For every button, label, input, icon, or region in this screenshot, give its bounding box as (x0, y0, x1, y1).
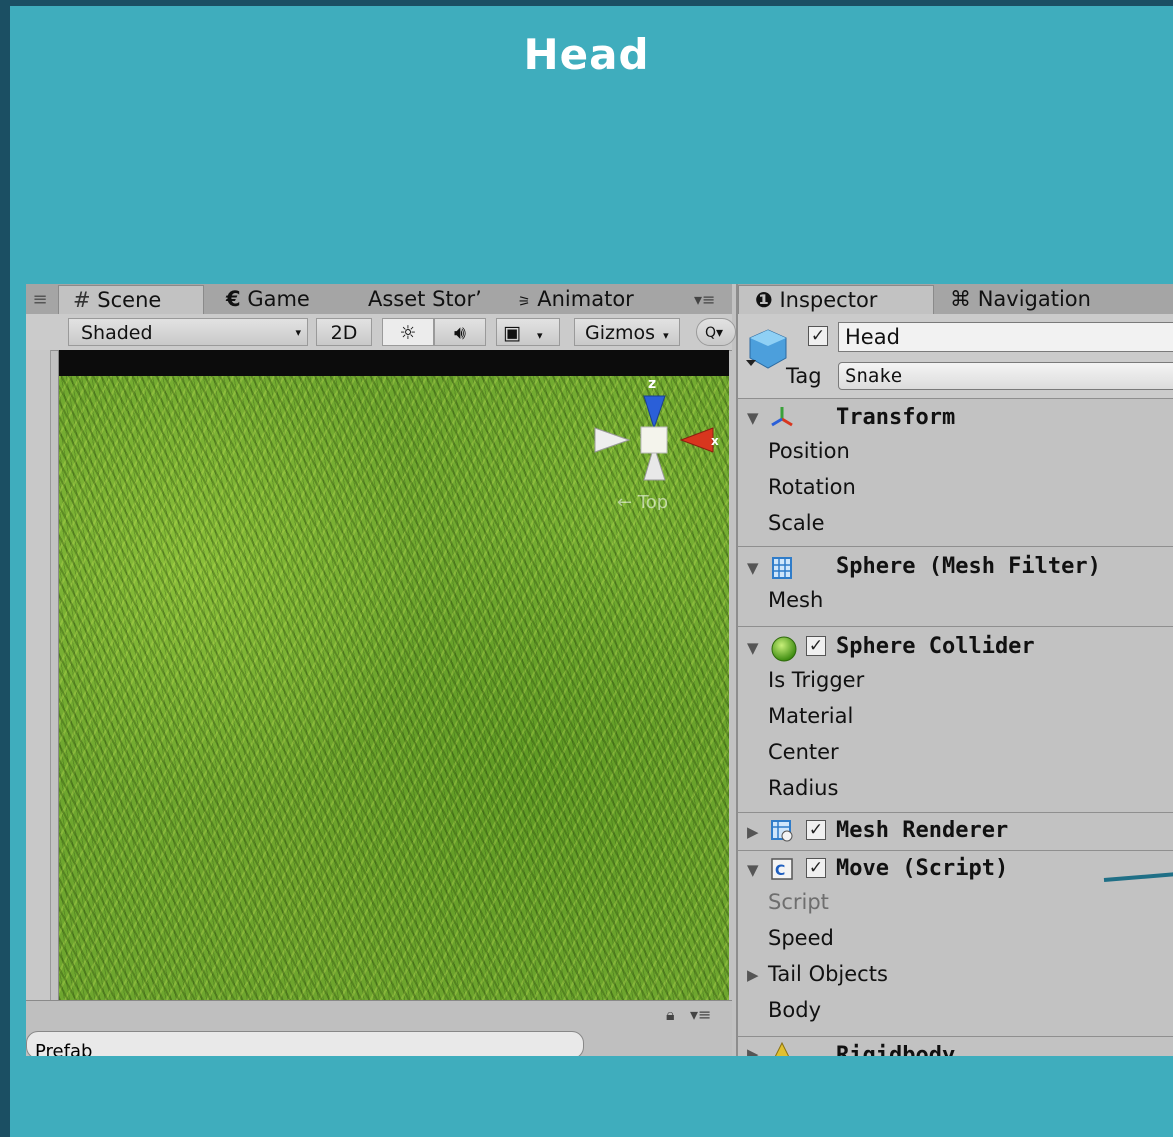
component-title: Sphere Collider (836, 634, 1035, 659)
field-tail-objects-label: Tail Objects (768, 962, 888, 986)
field-script-label: Script (768, 890, 829, 914)
dropdown-arrow-icon: ▾ (295, 326, 301, 339)
grid-icon: # (73, 288, 91, 312)
animator-icon: ⚞ (518, 294, 531, 310)
speaker-icon: 🔊︎ (454, 322, 466, 344)
gizmo-z-label: z (648, 376, 656, 392)
gizmos-dropdown[interactable]: Gizmos ▾ (574, 318, 680, 346)
panel-menu-icon[interactable]: ≡ (28, 285, 52, 314)
mesh-renderer-icon (771, 820, 793, 842)
navigation-icon: ⌘ (950, 287, 971, 311)
field-radius-label: Radius (768, 776, 839, 800)
slide-title: Head (523, 30, 650, 79)
cube-icon (746, 329, 787, 369)
collapse-arrow-icon[interactable]: ▶ (747, 823, 759, 841)
mesh-renderer-checkbox[interactable]: ✓ (806, 820, 826, 840)
callout-pointer-line (1103, 872, 1173, 882)
svg-text:C: C (775, 863, 785, 879)
scene-lighting-button[interactable]: ☼ (382, 318, 434, 346)
scene-effects-dropdown[interactable]: ▣ ▾ (496, 318, 560, 346)
component-title: Transform (836, 405, 956, 430)
2d-toggle-button[interactable]: 2D (316, 318, 372, 346)
field-rotation-label: Rotation (768, 475, 856, 499)
gizmo-view-label: ← Top (617, 492, 668, 510)
tab-asset-store[interactable]: Asset Stor’ (368, 285, 492, 314)
panel-options-icon[interactable]: ▾≡ (690, 1005, 711, 1024)
move-script-checkbox[interactable]: ✓ (806, 858, 826, 878)
component-title: Move (Script) (836, 856, 1009, 881)
shading-dropdown[interactable]: Shaded ▾ (68, 318, 308, 346)
field-position-label: Position (768, 439, 850, 463)
dropdown-arrow-icon: ▾ (537, 329, 543, 342)
expand-arrow-icon[interactable]: ▼ (747, 639, 759, 657)
object-name-field[interactable]: Head (838, 322, 1173, 352)
inspector-panel: ❶ Inspector ⌘ Navigation ✓ Head Tag Snak… (736, 284, 1173, 1056)
scene-viewport[interactable]: z x ← Top (58, 350, 729, 1000)
unity-editor-screenshot: ≡ # Scene € Game Asset Stor’ ⚞ Animator … (26, 284, 1173, 1056)
lock-icon[interactable]: 🔒︎ (666, 1005, 675, 1025)
mesh-filter-component: ▼ Sphere (Mesh Filter) Mesh (738, 546, 1173, 627)
component-title: Sphere (Mesh Filter) (836, 554, 1101, 579)
field-body-label: Body (768, 998, 822, 1022)
transform-component: ▼ Transform Position Rotation Scale (738, 398, 1173, 547)
sun-icon: ☼ (399, 322, 417, 344)
tab-game[interactable]: € Game (224, 285, 356, 314)
field-scale-label: Scale (768, 511, 825, 535)
transform-icon (771, 407, 793, 427)
field-is-trigger-label: Is Trigger (768, 668, 865, 692)
project-panel-strip: 🔒︎ ▾≡ Prefab (26, 1000, 732, 1056)
script-icon: C (771, 858, 793, 880)
expand-arrow-icon[interactable]: ▼ (747, 559, 759, 577)
scene-toolbar: Shaded ▾ 2D ☼ 🔊︎ ▣ ▾ Gizmos ▾ Q▾ (26, 314, 736, 351)
tag-dropdown[interactable]: Snake (838, 362, 1173, 390)
tab-animator[interactable]: ⚞ Animator (518, 285, 648, 314)
sphere-collider-checkbox[interactable]: ✓ (806, 636, 826, 656)
inspector-tab-bar: ❶ Inspector ⌘ Navigation (738, 284, 1173, 314)
expand-arrow-icon[interactable]: ▼ (747, 861, 759, 879)
component-title: Rigidbody (836, 1043, 956, 1056)
gizmo-x-label: x (711, 434, 719, 448)
scene-tab-bar: ≡ # Scene € Game Asset Stor’ ⚞ Animator … (26, 284, 732, 314)
field-mesh-label: Mesh (768, 588, 824, 612)
scene-audio-button[interactable]: 🔊︎ (434, 318, 486, 346)
scene-left-scrollbar[interactable] (26, 350, 51, 1000)
field-center-label: Center (768, 740, 839, 764)
field-material-label: Material (768, 704, 854, 728)
rigidbody-icon (774, 1041, 790, 1056)
tab-scene[interactable]: # Scene (58, 285, 204, 314)
tag-label: Tag (786, 364, 822, 388)
gameobject-header: ✓ Head Tag Snake (738, 314, 1173, 399)
rigidbody-component: ▶ Rigidbody (738, 1036, 1173, 1056)
scene-search-input[interactable]: Q▾ (696, 318, 736, 346)
orientation-gizmo[interactable]: z x ← Top (589, 370, 719, 510)
active-checkbox[interactable]: ✓ (808, 326, 828, 346)
expand-arrow-icon[interactable]: ▼ (747, 409, 759, 427)
info-icon: ❶ (755, 288, 773, 312)
sphere-collider-component: ▼ ✓ Sphere Collider Is Trigger Material … (738, 626, 1173, 813)
prefab-search-field[interactable]: Prefab (26, 1031, 584, 1056)
field-speed-label: Speed (768, 926, 834, 950)
scene-panel: ≡ # Scene € Game Asset Stor’ ⚞ Animator … (26, 284, 736, 1056)
tab-inspector[interactable]: ❶ Inspector (738, 285, 934, 314)
image-icon: ▣ (503, 322, 521, 344)
tab-options-icon[interactable]: ▾≡ (694, 285, 724, 314)
search-icon: Q▾ (705, 325, 724, 341)
component-title: Mesh Renderer (836, 818, 1009, 843)
sphere-collider-icon (771, 636, 797, 662)
dropdown-arrow-icon: ▾ (663, 329, 669, 342)
tab-navigation[interactable]: ⌘ Navigation (950, 285, 1150, 314)
mesh-filter-icon (772, 557, 792, 579)
pacman-icon: € (226, 287, 241, 311)
collapse-arrow-icon[interactable]: ▶ (747, 1045, 759, 1056)
tail-objects-expand-arrow-icon[interactable]: ▶ (747, 966, 759, 984)
